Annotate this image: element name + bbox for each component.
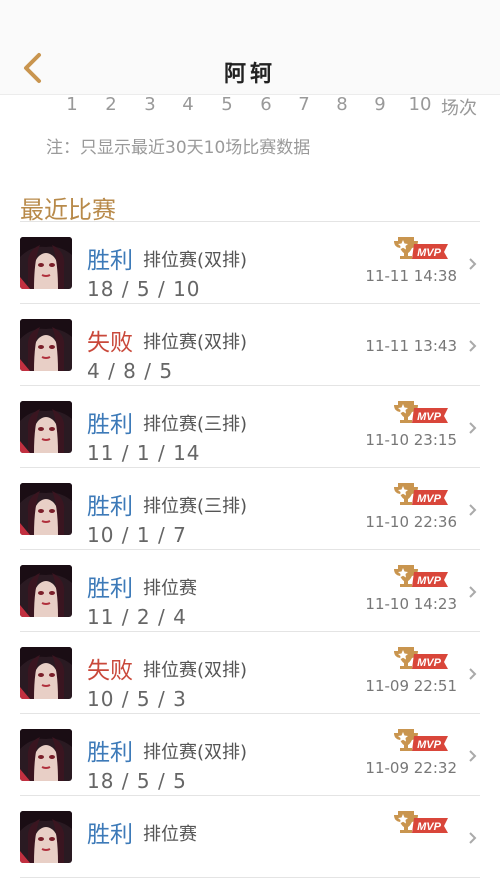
match-mode: 排位赛(三排) [143,414,248,435]
match-result: 失败 [87,330,133,356]
match-time: 11-10 14:23 [365,595,457,613]
scale-number: 5 [221,94,233,115]
match-kda: 10 / 5 / 3 [87,687,187,711]
match-kda: 18 / 5 / 10 [87,277,201,301]
mvp-trophy-icon: MVP [392,481,450,507]
match-mode: 排位赛(双排) [143,250,248,271]
match-mode: 排位赛(双排) [143,660,248,681]
chevron-right-icon [468,338,478,352]
chevron-right-icon [468,666,478,680]
match-count-scale: 1 2 3 4 5 6 7 8 9 10 场次 [0,94,500,120]
match-time: 11-11 14:38 [365,267,457,285]
match-kda: 10 / 1 / 7 [87,523,187,547]
svg-text:MVP: MVP [417,493,442,505]
chevron-right-icon [468,830,478,844]
svg-text:MVP: MVP [417,575,442,587]
match-result: 胜利 [87,248,133,274]
svg-text:MVP: MVP [417,411,442,423]
mvp-trophy-icon: MVP [392,399,450,425]
data-note: 注：只显示最近30天10场比赛数据 [46,138,311,158]
hero-avatar [20,729,72,781]
match-time: 11-10 22:36 [365,513,457,531]
match-time: 11-10 23:15 [365,431,457,449]
scale-number: 6 [260,94,272,115]
match-row[interactable]: 失败 排位赛(双排) 4 / 8 / 5 11-11 13:43 [20,304,480,386]
chevron-right-icon [468,748,478,762]
scale-number: 2 [105,94,117,115]
mvp-trophy-icon: MVP [392,809,450,835]
scale-unit: 场次 [441,98,477,119]
scale-number: 8 [336,94,348,115]
scale-number: 9 [374,94,386,115]
match-result: 胜利 [87,494,133,520]
match-row[interactable]: 胜利 排位赛 11 / 2 / 4 MVP 11-10 14:23 [20,550,480,632]
match-kda: 18 / 5 / 5 [87,769,187,793]
match-row[interactable]: 胜利 排位赛 MVP [20,796,480,878]
scale-number: 4 [182,94,194,115]
hero-avatar [20,811,72,863]
match-result: 胜利 [87,822,133,848]
section-title: 最近比赛 [20,196,116,224]
hero-avatar [20,483,72,535]
match-result: 失败 [87,658,133,684]
match-kda: 11 / 2 / 4 [87,605,187,629]
match-time: 11-09 22:32 [365,759,457,777]
page-title: 阿轲 [223,61,276,87]
match-row[interactable]: 失败 排位赛(双排) 10 / 5 / 3 MVP 11-09 22:51 [20,632,480,714]
hero-avatar [20,565,72,617]
status-bar [0,0,500,44]
match-row[interactable]: 胜利 排位赛(双排) 18 / 5 / 10 MVP 11-11 14:38 [20,222,480,304]
match-row[interactable]: 胜利 排位赛(双排) 18 / 5 / 5 MVP 11-09 22:32 [20,714,480,796]
svg-text:MVP: MVP [417,739,442,751]
match-result: 胜利 [87,740,133,766]
scale-number: 10 [408,94,432,115]
match-mode: 排位赛(双排) [143,332,248,353]
match-mode: 排位赛(三排) [143,496,248,517]
svg-text:MVP: MVP [417,247,442,259]
match-mode: 排位赛 [143,824,197,845]
match-mode: 排位赛(双排) [143,742,248,763]
nav-bar: 阿轲 [0,44,500,95]
scale-number: 1 [66,94,78,115]
mvp-trophy-icon: MVP [392,235,450,261]
match-mode: 排位赛 [143,578,197,599]
svg-text:MVP: MVP [417,657,442,669]
svg-text:MVP: MVP [417,821,442,833]
match-kda: 4 / 8 / 5 [87,359,174,383]
match-row[interactable]: 胜利 排位赛(三排) 11 / 1 / 14 MVP 11-10 23:15 [20,386,480,468]
match-time: 11-11 13:43 [365,337,457,355]
match-row[interactable]: 胜利 排位赛(三排) 10 / 1 / 7 MVP 11-10 22:36 [20,468,480,550]
chevron-right-icon [468,420,478,434]
scale-number: 3 [144,94,156,115]
mvp-trophy-icon: MVP [392,645,450,671]
match-result: 胜利 [87,412,133,438]
match-time: 11-09 22:51 [365,677,457,695]
hero-avatar [20,401,72,453]
scale-number: 7 [298,94,310,115]
match-result: 胜利 [87,576,133,602]
mvp-trophy-icon: MVP [392,727,450,753]
hero-avatar [20,647,72,699]
hero-avatar [20,237,72,289]
match-kda: 11 / 1 / 14 [87,441,201,465]
chevron-right-icon [468,502,478,516]
hero-avatar [20,319,72,371]
chevron-right-icon [468,584,478,598]
mvp-trophy-icon: MVP [392,563,450,589]
chevron-right-icon [468,256,478,270]
